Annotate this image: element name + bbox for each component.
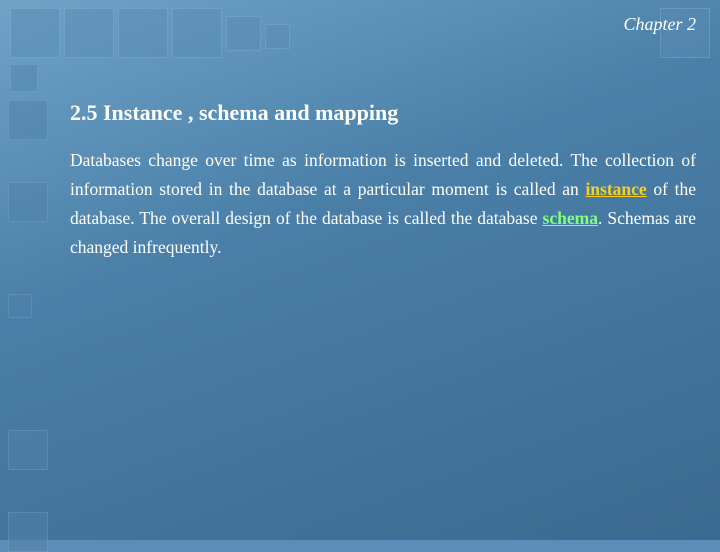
slide: Chapter 2 2.5 Instance , schema and mapp… (0, 0, 720, 540)
deco-square (118, 8, 168, 58)
deco-square-left (8, 512, 48, 552)
deco-square-sm (10, 64, 38, 92)
deco-square (172, 8, 222, 58)
chapter-label: Chapter 2 (623, 14, 696, 35)
section-title: 2.5 Instance , schema and mapping (70, 100, 696, 126)
deco-square (265, 24, 290, 49)
deco-square-left-sm (8, 294, 32, 318)
top-row2-squares (10, 64, 38, 92)
deco-square-left (8, 182, 48, 222)
body-paragraph: Databases change over time as informatio… (70, 146, 696, 262)
deco-square (10, 8, 60, 58)
instance-highlight: instance (585, 179, 646, 199)
left-decorative-squares (8, 100, 48, 552)
deco-square-left (8, 430, 48, 470)
main-content: 2.5 Instance , schema and mapping Databa… (70, 100, 696, 520)
deco-square (64, 8, 114, 58)
deco-square (226, 16, 261, 51)
deco-square-left (8, 100, 48, 140)
top-decorative-squares (10, 8, 710, 58)
schema-highlight: schema (543, 208, 598, 228)
